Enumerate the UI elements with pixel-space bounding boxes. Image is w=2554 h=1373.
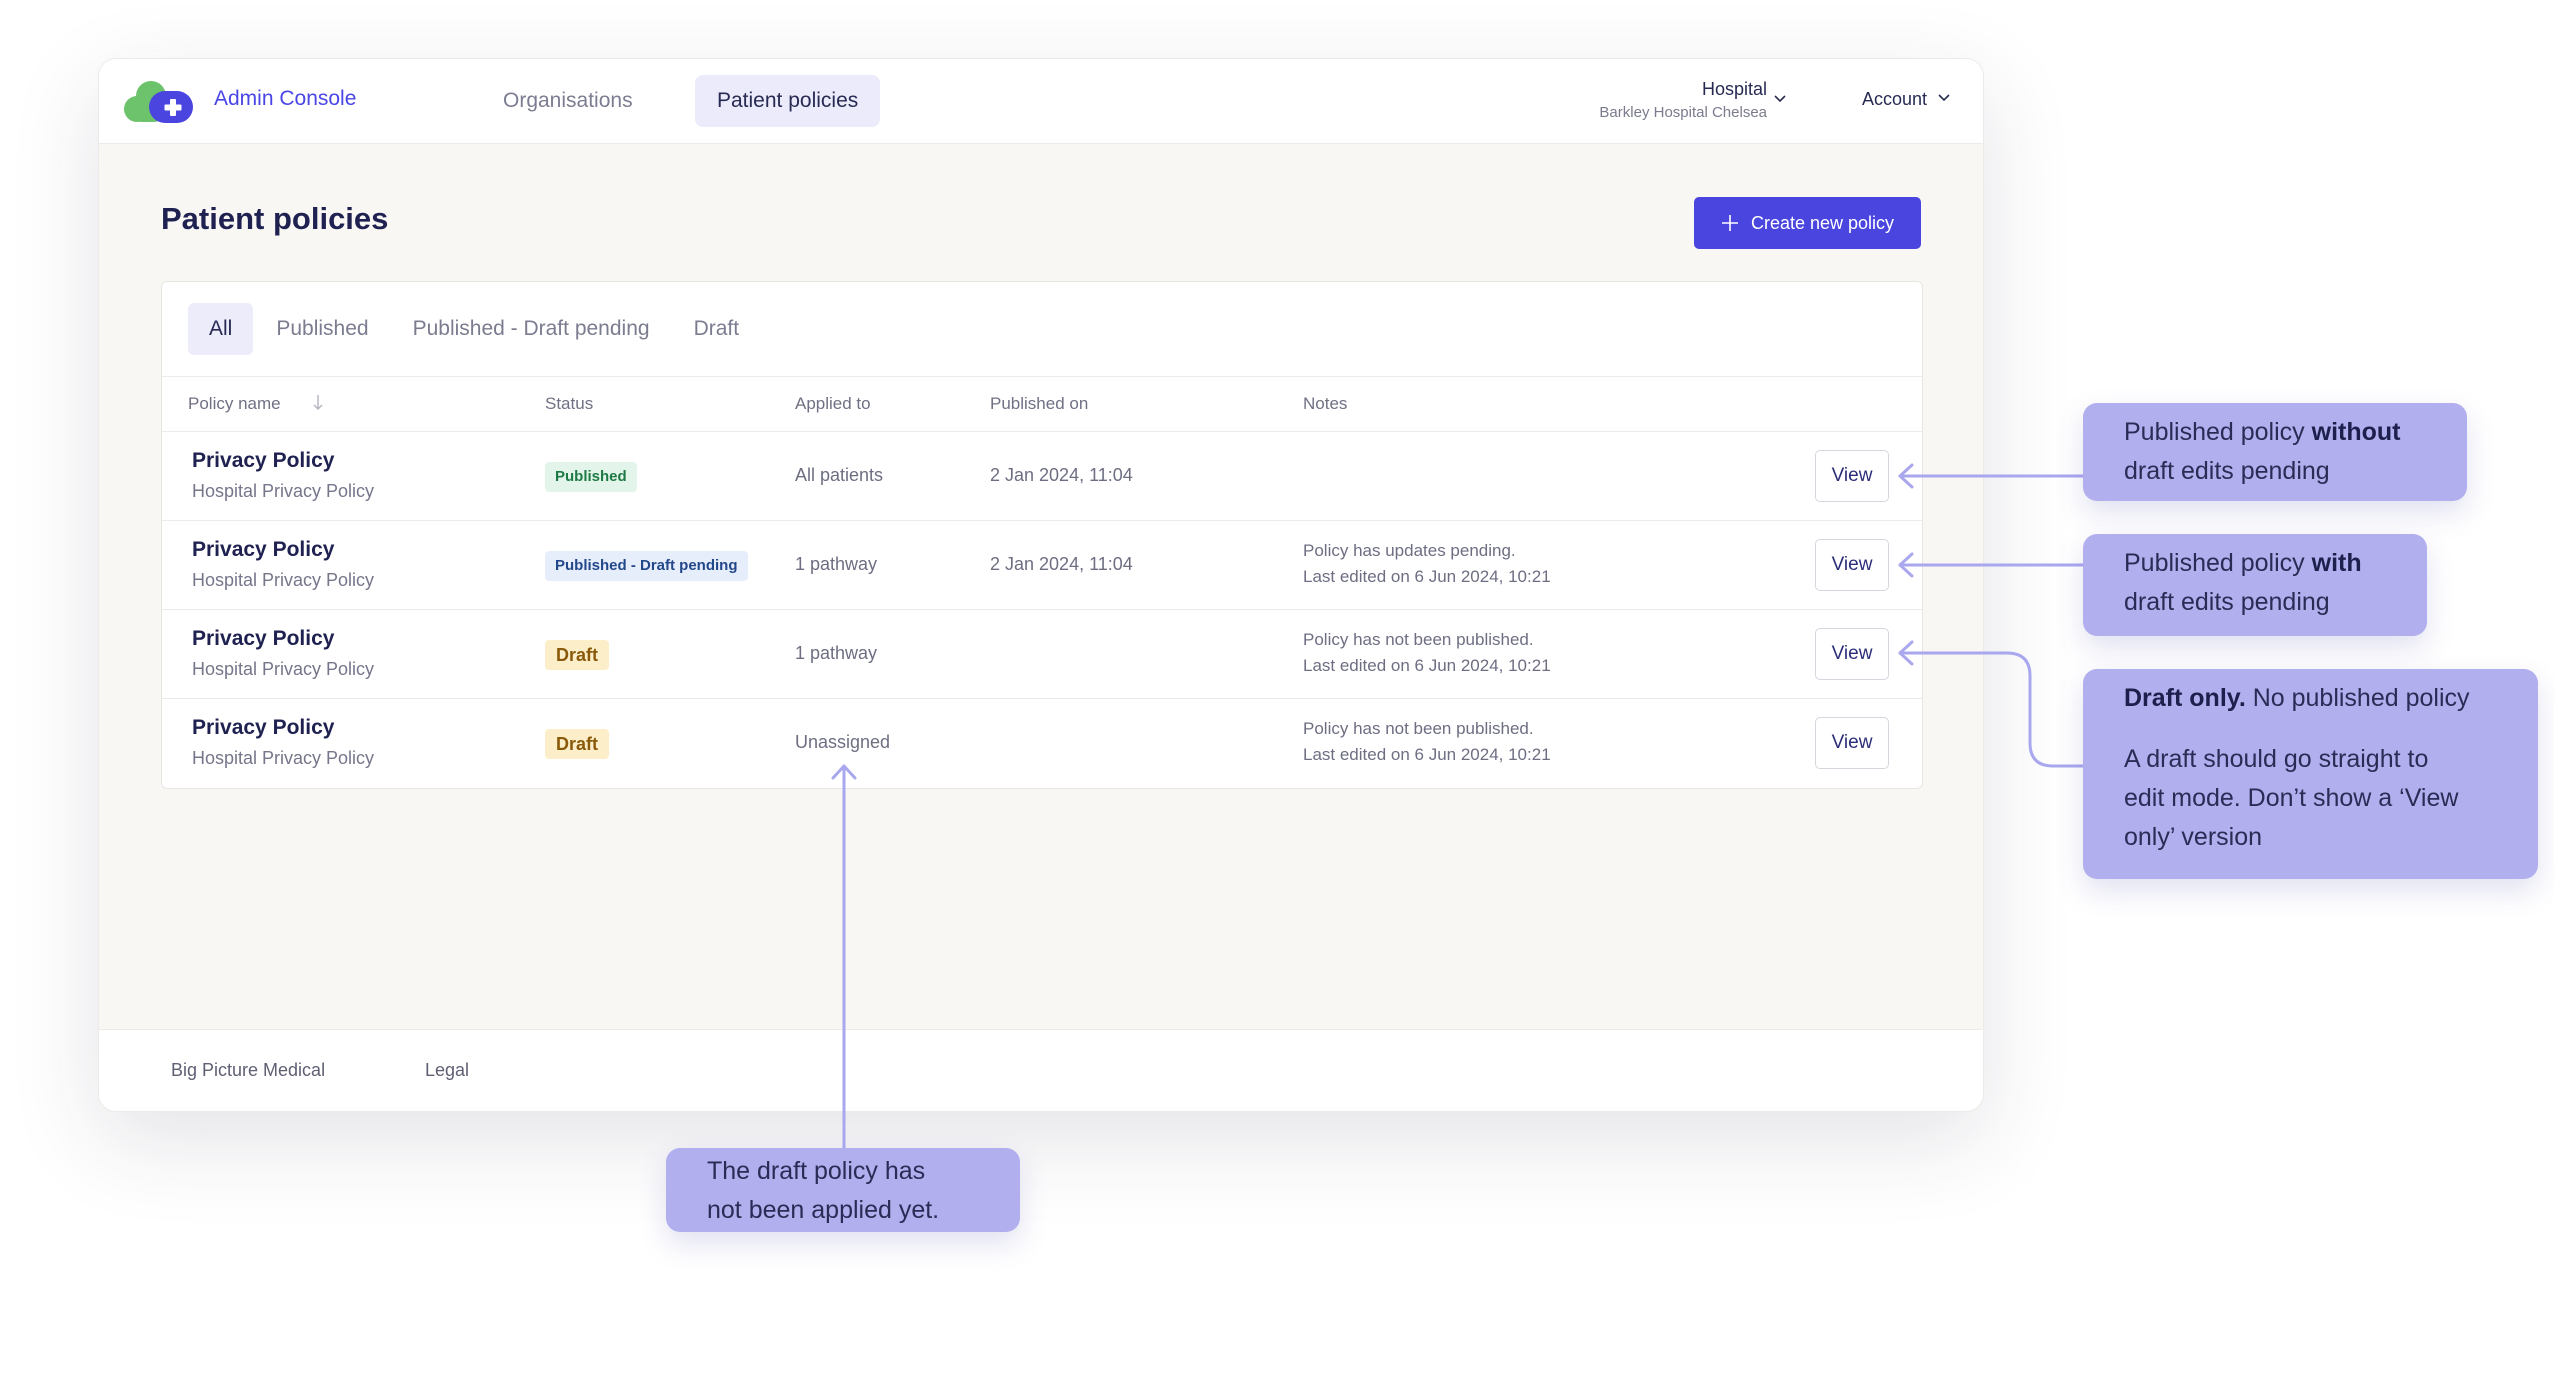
note-line: Policy has updates pending. xyxy=(1303,541,1516,560)
policy-name[interactable]: Privacy Policy xyxy=(192,538,334,562)
tab-published[interactable]: Published xyxy=(255,303,389,355)
note-line: Policy has not been published. xyxy=(1303,719,1534,738)
annotation-text: only’ version xyxy=(2124,823,2263,851)
canvas: Admin Console Organisations Patient poli… xyxy=(0,0,2554,1373)
tab-published-draft-pending[interactable]: Published - Draft pending xyxy=(392,303,671,355)
published-on: 2 Jan 2024, 11:04 xyxy=(990,465,1133,485)
table-row: Privacy Policy Hospital Privacy Policy P… xyxy=(162,521,1922,610)
nav-organisations[interactable]: Organisations xyxy=(481,75,655,127)
applied-to: 1 pathway xyxy=(795,554,878,574)
footer-link-big-picture-medical[interactable]: Big Picture Medical xyxy=(171,1060,325,1081)
annotation-text: Published policy xyxy=(2124,418,2312,446)
hospital-name: Barkley Hospital Chelsea xyxy=(1599,104,1767,121)
status-filter-tabs: All Published Published - Draft pending … xyxy=(188,303,760,355)
annotation-text: No published policy xyxy=(2245,684,2470,712)
cloud-plus-logo-icon[interactable] xyxy=(119,77,195,125)
annotation-text: draft edits pending xyxy=(2124,588,2330,616)
account-menu[interactable]: Account xyxy=(1862,89,1927,110)
annotation-emphasis: with xyxy=(2311,549,2362,577)
view-button[interactable]: View xyxy=(1815,450,1889,502)
applied-to: All patients xyxy=(795,465,884,485)
policy-description: Hospital Privacy Policy xyxy=(192,748,375,768)
view-button[interactable]: View xyxy=(1815,539,1889,591)
nav-patient-policies[interactable]: Patient policies xyxy=(695,75,881,127)
annotation-draft-not-applied: The draft policy has not been applied ye… xyxy=(666,1148,1020,1232)
sort-arrow-down-icon[interactable] xyxy=(312,393,324,413)
annotation-text: not been applied yet. xyxy=(707,1196,940,1224)
table-row: Privacy Policy Hospital Privacy Policy P… xyxy=(162,432,1922,521)
annotation-text: Published policy xyxy=(2124,549,2312,577)
column-header-applied-to: Applied to xyxy=(795,394,871,413)
published-on: 2 Jan 2024, 11:04 xyxy=(990,554,1133,574)
policy-description: Hospital Privacy Policy xyxy=(192,481,375,501)
hospital-label: Hospital xyxy=(1701,79,1767,99)
status-badge: Published xyxy=(545,462,637,492)
status-badge: Draft xyxy=(545,640,610,670)
column-header-published-on: Published on xyxy=(990,394,1089,413)
annotation-text: The draft policy has xyxy=(707,1157,926,1185)
tab-draft[interactable]: Draft xyxy=(673,303,761,355)
footer-link-legal[interactable]: Legal xyxy=(425,1060,469,1081)
chevron-down-icon[interactable] xyxy=(1773,93,1787,103)
policy-description: Hospital Privacy Policy xyxy=(192,570,375,590)
note-line: Last edited on 6 Jun 2024, 10:21 xyxy=(1303,567,1551,586)
applied-to: 1 pathway xyxy=(795,643,878,663)
admin-console-link[interactable]: Admin Console xyxy=(214,87,356,111)
chevron-down-icon[interactable] xyxy=(1937,92,1951,102)
annotation-emphasis: without xyxy=(2311,418,2401,446)
annotation-text: draft edits pending xyxy=(2124,457,2330,485)
policy-name[interactable]: Privacy Policy xyxy=(192,449,334,473)
page-title: Patient policies xyxy=(161,201,389,236)
policy-name[interactable]: Privacy Policy xyxy=(192,627,334,651)
policy-name[interactable]: Privacy Policy xyxy=(192,716,334,740)
annotation-text: edit mode. Don’t show a ‘View xyxy=(2124,784,2459,812)
tab-all[interactable]: All xyxy=(188,303,254,355)
create-new-policy-label: Create new policy xyxy=(1750,212,1895,233)
status-badge: Published - Draft pending xyxy=(545,551,748,581)
footer: Big Picture Medical Legal xyxy=(99,1029,1983,1111)
plus-icon xyxy=(1721,215,1738,231)
table-row: Privacy Policy Hospital Privacy Policy D… xyxy=(162,610,1922,699)
admin-console-window: Admin Console Organisations Patient poli… xyxy=(98,58,1984,1112)
annotation-emphasis: Draft only. xyxy=(2124,684,2246,712)
applied-to: Unassigned xyxy=(795,732,891,752)
note-line: Last edited on 6 Jun 2024, 10:21 xyxy=(1303,656,1551,675)
column-header-policy-name[interactable]: Policy name xyxy=(188,394,281,414)
create-new-policy-button[interactable]: Create new policy xyxy=(1694,197,1921,249)
annotation-text: A draft should go straight to xyxy=(2124,745,2429,773)
column-header-notes: Notes xyxy=(1303,394,1348,413)
annotation-published-with-drafts: Published policy with draft edits pendin… xyxy=(2083,534,2427,636)
table-header: Policy name Status Applied to Published … xyxy=(162,376,1922,432)
note-line: Policy has not been published. xyxy=(1303,630,1534,649)
note-line: Last edited on 6 Jun 2024, 10:21 xyxy=(1303,745,1551,764)
column-header-status: Status xyxy=(545,394,594,413)
annotation-draft-only: Draft only. No published policy A draft … xyxy=(2083,669,2538,879)
table-row: Privacy Policy Hospital Privacy Policy D… xyxy=(162,699,1922,788)
hospital-switcher[interactable]: Hospital Barkley Hospital Chelsea xyxy=(1599,79,1767,121)
view-button[interactable]: View xyxy=(1815,717,1889,769)
policy-description: Hospital Privacy Policy xyxy=(192,659,375,679)
top-navigation-bar: Admin Console Organisations Patient poli… xyxy=(99,59,1983,144)
status-badge: Draft xyxy=(545,729,610,759)
view-button[interactable]: View xyxy=(1815,628,1889,680)
policies-table-card: All Published Published - Draft pending … xyxy=(161,281,1923,789)
annotation-published-without-drafts: Published policy without draft edits pen… xyxy=(2083,403,2467,501)
